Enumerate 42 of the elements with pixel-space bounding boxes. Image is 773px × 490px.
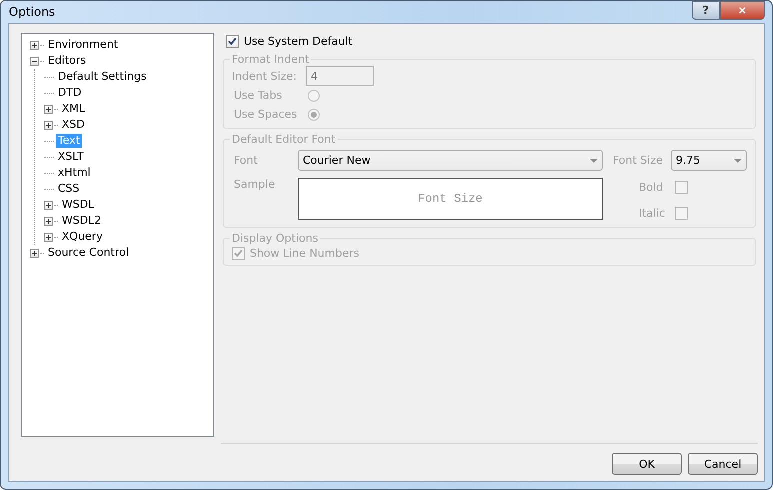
checkbox-label: Italic [638, 206, 666, 220]
group-title: Format Indent [230, 53, 310, 66]
expand-icon[interactable] [30, 40, 39, 50]
radio-label: Use Tabs [234, 89, 282, 102]
group-title: Display Options [230, 232, 320, 245]
font-sample: Font Size [298, 178, 603, 220]
checkbox[interactable] [226, 34, 239, 48]
tree-item[interactable]: XQuery [60, 230, 105, 244]
expand-icon[interactable] [44, 120, 53, 130]
tree-item[interactable]: Source Control [46, 246, 132, 260]
tree-item[interactable]: XML [60, 102, 88, 116]
field-label: Font Size [612, 154, 663, 167]
field-label: Indent Size: [232, 70, 298, 82]
expand-icon[interactable] [30, 248, 39, 258]
tree-item[interactable]: WSDL2 [60, 214, 104, 228]
radio-label: Use Spaces [234, 108, 298, 121]
tree-item[interactable]: XSLT [56, 150, 86, 164]
tree-item[interactable]: Environment [46, 38, 120, 52]
dropdown-caret-icon [734, 158, 742, 162]
expand-icon[interactable] [44, 216, 53, 226]
cancel-button[interactable]: Cancel [688, 453, 758, 475]
field-label: Font [234, 154, 258, 167]
tree-item[interactable]: XSD [60, 118, 87, 132]
field-label: Sample [234, 178, 276, 191]
tree-item[interactable]: DTD [56, 86, 84, 100]
ok-button[interactable]: OK [612, 453, 682, 475]
tree-item[interactable]: CSS [56, 182, 82, 196]
expand-icon[interactable] [44, 104, 53, 114]
tree-item[interactable]: WSDL [60, 198, 96, 212]
window-title: Options [8, 5, 56, 19]
expand-icon[interactable] [44, 232, 53, 242]
checkbox-label: Show Line Numbers [250, 246, 360, 260]
expand-icon[interactable] [44, 200, 53, 210]
group-title: Default Editor Font [230, 133, 337, 146]
tree-item[interactable]: xHtml [56, 166, 93, 180]
checkbox-label: Use System Default [244, 34, 353, 48]
tree-item[interactable]: Editors [46, 54, 88, 68]
dropdown-caret-icon [590, 158, 598, 162]
tree-item[interactable]: Default Settings [56, 70, 149, 84]
checkbox-label: Bold [638, 180, 664, 194]
collapse-icon[interactable] [30, 56, 39, 66]
help-button[interactable]: ? [692, 1, 720, 20]
